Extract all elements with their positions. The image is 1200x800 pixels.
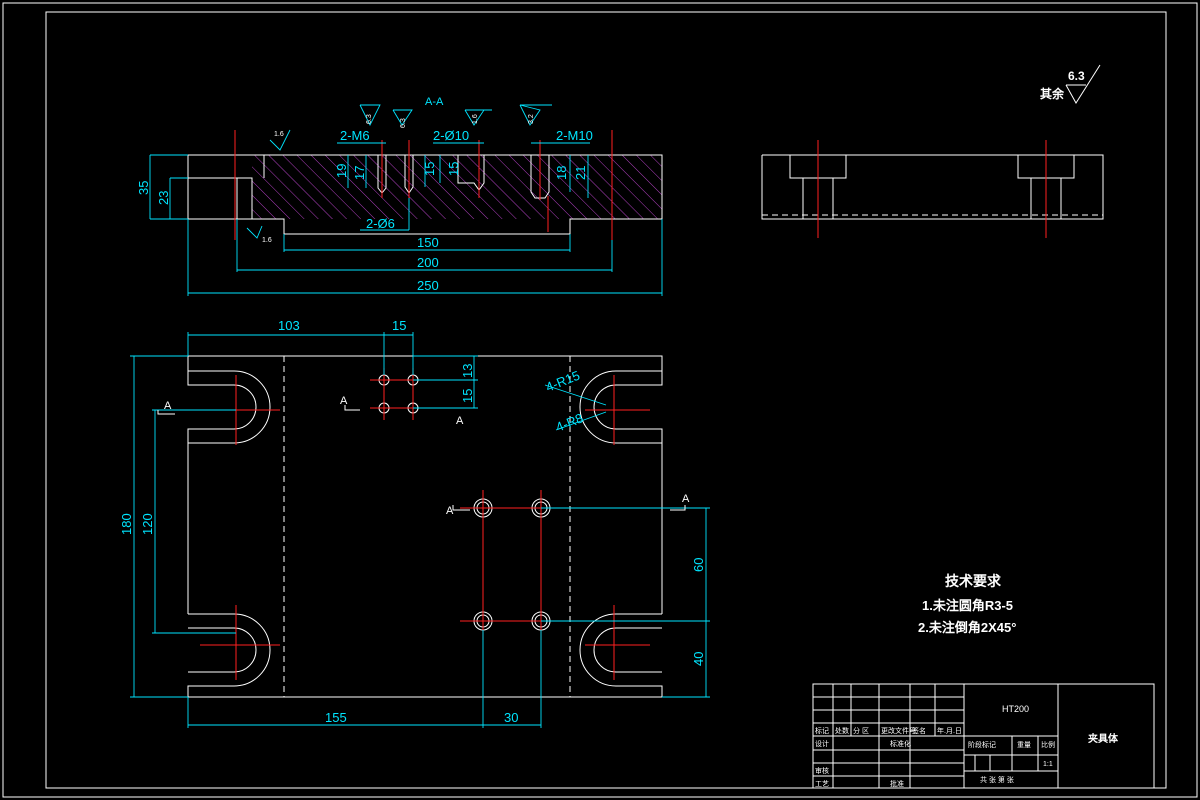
section-mark-5: A xyxy=(682,493,690,505)
scale-value: 1:1 xyxy=(1043,761,1053,768)
dim-4-r8: 4-R8 xyxy=(554,410,586,434)
roughness-general-label: 其余 xyxy=(1040,86,1065,101)
dim-2-m10: 2-M10 xyxy=(556,128,593,143)
dim-15-a: 15 xyxy=(422,162,437,176)
tech-req-title: 技术要求 xyxy=(945,573,1002,589)
top-view xyxy=(130,332,710,728)
tb-row-design: 设计 xyxy=(815,739,829,748)
dim-21: 21 xyxy=(573,166,588,180)
dim-17: 17 xyxy=(352,166,367,180)
dim-13: 13 xyxy=(460,364,475,378)
section-mark-4: A xyxy=(446,505,454,517)
tech-req-item-2: 2.未注倒角2X45° xyxy=(918,620,1016,635)
roughness-1: 1.6 xyxy=(274,131,284,138)
dim-180: 180 xyxy=(119,513,134,535)
dim-19: 19 xyxy=(334,164,349,178)
dim-2-phi6: 2-Ø6 xyxy=(366,216,395,231)
tb-stage-label: 阶段标记 xyxy=(968,740,996,749)
dim-60: 60 xyxy=(691,558,706,572)
tb-header-4: 更改文件号 xyxy=(881,726,916,735)
dim-200: 200 xyxy=(417,255,439,270)
dim-15-b: 15 xyxy=(446,162,461,176)
dim-150: 150 xyxy=(417,235,439,250)
tb-row-review: 审核 xyxy=(815,766,829,775)
dim-23: 23 xyxy=(156,191,171,205)
dim-2-phi10: 2-Ø10 xyxy=(433,128,469,143)
tb-approve-label: 批准 xyxy=(890,779,904,788)
tb-header-1: 标记 xyxy=(815,726,829,735)
section-mark-2: A xyxy=(340,395,348,407)
dim-35: 35 xyxy=(136,181,151,195)
roughness-general-value: 6.3 xyxy=(1068,69,1085,83)
roughness-6: 1.6 xyxy=(472,114,479,124)
tech-req-item-1: 1.未注圆角R3-5 xyxy=(922,598,1013,613)
roughness-4: 1.6 xyxy=(262,237,272,244)
tb-header-3: 分 区 xyxy=(853,726,869,735)
tb-std-label: 标准化 xyxy=(890,739,911,748)
dim-155: 155 xyxy=(325,710,347,725)
dim-15-x: 15 xyxy=(392,318,406,333)
dim-250: 250 xyxy=(417,278,439,293)
tb-sheets: 共 张 第 张 xyxy=(980,775,1014,784)
dim-103: 103 xyxy=(278,318,300,333)
tb-header-5: 签名 xyxy=(912,726,926,735)
section-mark-3: A xyxy=(456,415,464,427)
tb-row-process: 工艺 xyxy=(815,780,829,788)
dim-18: 18 xyxy=(554,166,569,180)
dim-30: 30 xyxy=(504,710,518,725)
tb-header-2: 处数 xyxy=(835,726,849,735)
tb-ratio-label: 比例 xyxy=(1041,740,1055,749)
dim-120: 120 xyxy=(140,513,155,535)
dim-15-y: 15 xyxy=(460,389,475,403)
roughness-5: 3.2 xyxy=(528,114,535,124)
tb-weight-label: 重量 xyxy=(1017,741,1031,749)
material-label: HT200 xyxy=(1002,704,1029,714)
roughness-3: 6.3 xyxy=(400,118,407,128)
roughness-2: 6.3 xyxy=(366,114,373,124)
drawing-canvas: A-A 2-M6 2-Ø10 2-M10 2-Ø6 35 23 19 17 15… xyxy=(2,2,1198,798)
tb-header-6: 年.月.日 xyxy=(937,726,962,735)
dim-40: 40 xyxy=(691,652,706,666)
part-name: 夹具体 xyxy=(1088,732,1119,745)
side-view xyxy=(761,140,1104,238)
section-title: A-A xyxy=(425,96,444,108)
outer-frame xyxy=(2,2,1198,798)
dim-2-m6: 2-M6 xyxy=(340,128,370,143)
section-mark-1: A xyxy=(164,400,172,412)
